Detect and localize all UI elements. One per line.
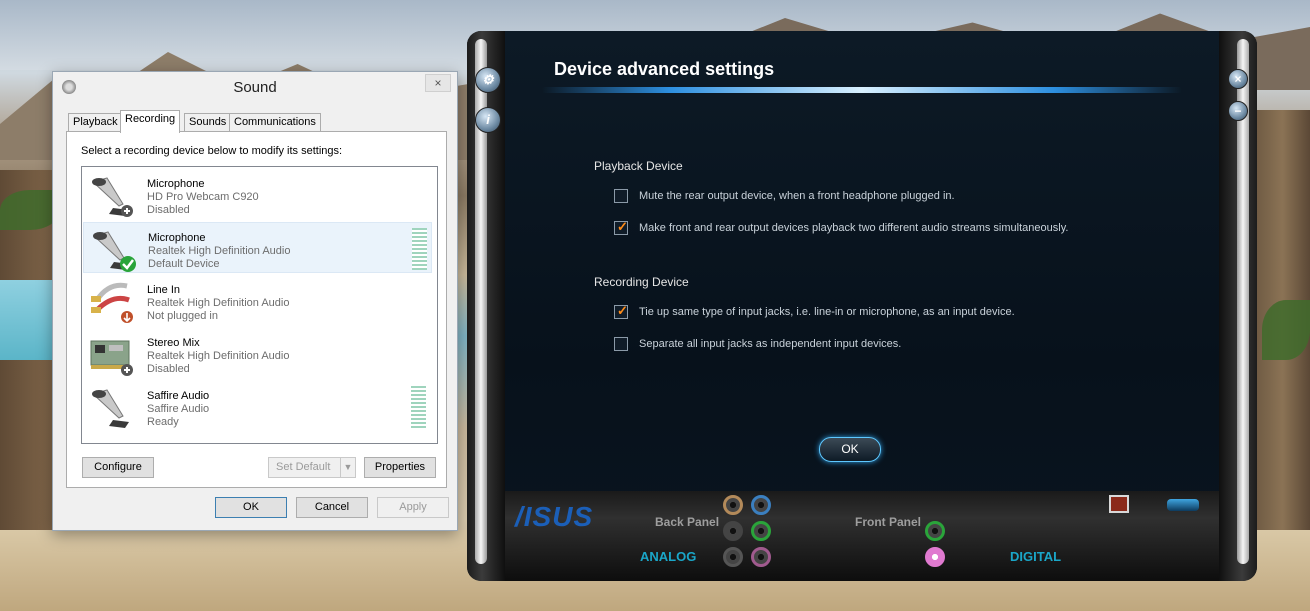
sound-dialog: Sound × Playback Recording Sounds Commun… (52, 71, 458, 531)
level-meter (411, 386, 426, 428)
close-icon[interactable]: × (425, 74, 451, 92)
asus-logo: /ISUS (515, 501, 594, 532)
device-name: Microphone (147, 178, 205, 190)
front-panel-label: Front Panel (855, 515, 922, 529)
apply-button[interactable]: Apply (377, 497, 449, 518)
analog-label: ANALOG (640, 549, 697, 564)
tab-recording[interactable]: Recording (120, 110, 181, 133)
device-description: Realtek High Definition Audio (147, 297, 290, 309)
list-item[interactable]: Saffire Audio Saffire Audio Ready (83, 381, 432, 432)
device-name: Stereo Mix (147, 337, 200, 349)
recording-instruction: Select a recording device below to modif… (81, 145, 343, 157)
ok-button[interactable]: OK (215, 497, 287, 518)
mute-rear-checkbox[interactable] (614, 189, 628, 203)
device-description: Saffire Audio (147, 403, 210, 415)
device-status: Not plugged in (147, 310, 218, 322)
device-name: Line In (147, 284, 181, 296)
list-item[interactable]: Stereo Mix Realtek High Definition Audio… (83, 328, 432, 379)
front-jack-green-icon[interactable] (925, 521, 945, 541)
device-status: Default Device (148, 258, 220, 270)
two-streams-checkbox[interactable]: ✓ (614, 219, 628, 235)
set-default-button[interactable]: Set Default (268, 457, 342, 478)
playback-device-heading: Playback Device (594, 159, 683, 173)
digital-label: DIGITAL (1010, 549, 1062, 564)
device-description: Realtek High Definition Audio (147, 350, 290, 362)
tab-communications[interactable]: Communications (229, 113, 321, 132)
list-item-selected[interactable]: Microphone Realtek High Definition Audio… (83, 222, 432, 273)
level-meter (412, 228, 427, 270)
sound-titlebar[interactable]: Sound × (53, 72, 457, 102)
jack-pink-icon[interactable] (751, 547, 771, 567)
jack-green-icon[interactable] (751, 521, 771, 541)
door-exit-icon[interactable] (1109, 495, 1129, 513)
tab-sounds[interactable]: Sounds (184, 113, 232, 132)
properties-button[interactable]: Properties (364, 457, 436, 478)
page-title: Device advanced settings (554, 59, 775, 79)
jack-panel-bar: /ISUS Back Panel Front Panel ANALOG DIGI… (505, 491, 1219, 581)
back-panel-label: Back Panel (655, 515, 720, 529)
sound-card-icon (90, 340, 133, 376)
device-description: Realtek High Definition Audio (148, 245, 291, 257)
device-status: Ready (147, 416, 179, 428)
separate-jacks-label: Separate all input jacks as independent … (639, 338, 902, 350)
check-mark-icon: ✓ (617, 219, 628, 234)
line-in-cable-icon (91, 282, 133, 323)
check-mark-icon: ✓ (617, 303, 628, 318)
title-divider (542, 87, 1182, 93)
settings-gear-icon[interactable]: ⚙ (475, 67, 501, 93)
front-jack-pink-icon[interactable] (925, 547, 945, 567)
device-description: HD Pro Webcam C920 (147, 191, 259, 203)
asus-advanced-settings-window: ⚙ i × − Device advanced settings Playbac… (467, 31, 1257, 581)
configure-button[interactable]: Configure (82, 457, 154, 478)
two-streams-label: Make front and rear output devices playb… (639, 222, 1069, 234)
close-icon[interactable]: × (1228, 69, 1248, 89)
microphone-icon (92, 177, 133, 217)
jack-gray-icon[interactable] (723, 547, 743, 567)
list-item[interactable]: Line In Realtek High Definition Audio No… (83, 275, 432, 326)
recording-tab-panel: Select a recording device below to modif… (66, 131, 447, 488)
tie-up-jacks-checkbox[interactable]: ✓ (614, 303, 628, 319)
device-name: Microphone (148, 232, 206, 244)
separate-jacks-checkbox[interactable] (614, 337, 628, 351)
ok-button[interactable]: OK (819, 437, 881, 462)
list-item[interactable]: Microphone HD Pro Webcam C920 Disabled (83, 169, 432, 220)
device-status: Disabled (147, 204, 190, 216)
wallpaper-palm (1262, 300, 1310, 360)
set-default-label: Set Default (276, 461, 331, 473)
jack-blue-icon[interactable] (751, 495, 771, 515)
jack-orange-icon[interactable] (723, 495, 743, 515)
info-icon[interactable]: i (475, 107, 501, 133)
jack-black-icon[interactable] (723, 521, 743, 541)
microphone-icon (93, 231, 136, 272)
set-default-dropdown-icon[interactable]: ▼ (340, 457, 356, 478)
wallpaper-palm (0, 190, 60, 230)
recording-device-list[interactable]: Microphone HD Pro Webcam C920 Disabled M… (81, 166, 438, 444)
wrench-tool-icon[interactable] (1167, 499, 1199, 511)
tab-playback[interactable]: Playback (68, 113, 123, 132)
cancel-button[interactable]: Cancel (296, 497, 368, 518)
minimize-icon[interactable]: − (1228, 101, 1248, 121)
mute-rear-label: Mute the rear output device, when a fron… (639, 190, 955, 202)
device-name: Saffire Audio (147, 390, 210, 402)
microphone-icon (92, 389, 129, 428)
tie-up-jacks-label: Tie up same type of input jacks, i.e. li… (639, 306, 1015, 318)
sound-window-title: Sound (233, 79, 277, 96)
recording-device-heading: Recording Device (594, 275, 689, 289)
device-status: Disabled (147, 363, 190, 375)
